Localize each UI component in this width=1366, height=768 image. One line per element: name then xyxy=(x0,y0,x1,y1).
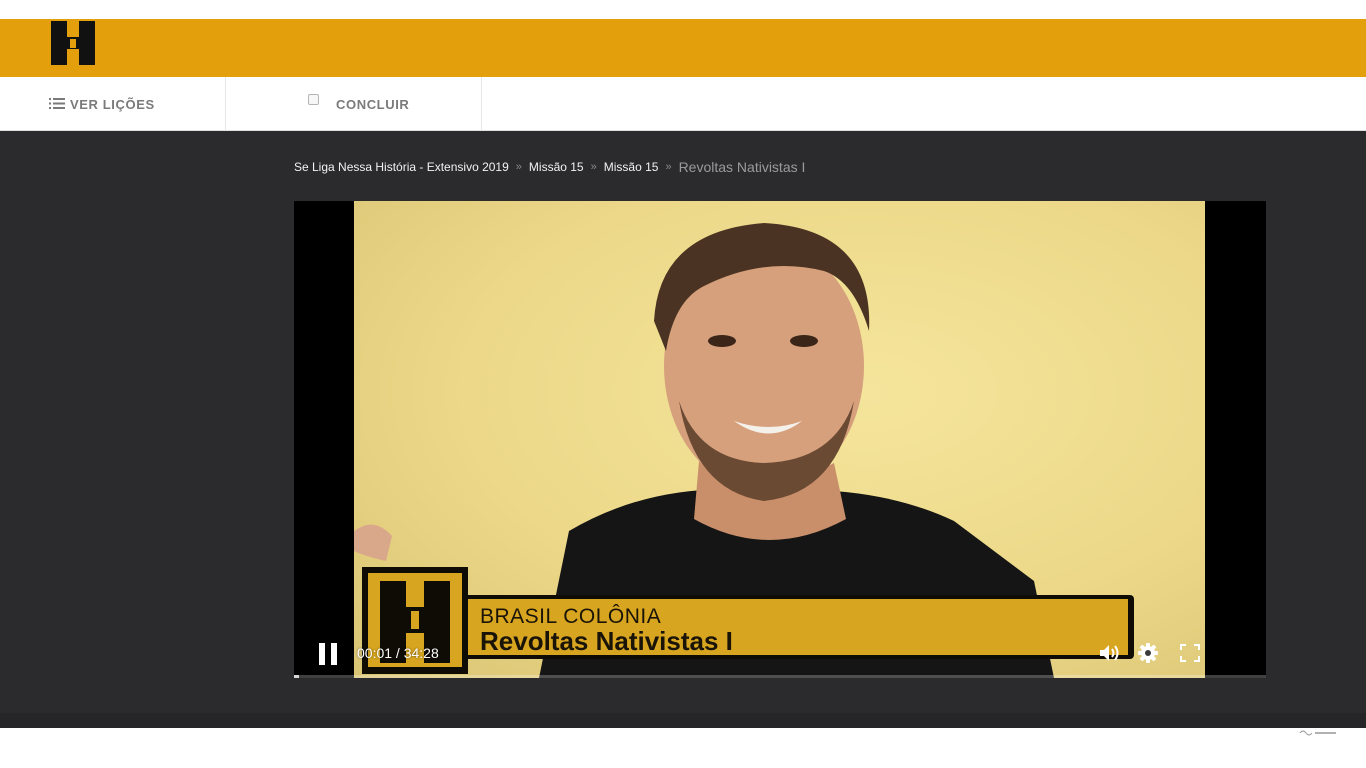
breadcrumb-separator-icon: » xyxy=(665,161,672,173)
gear-icon[interactable] xyxy=(1137,642,1159,664)
content-bottom-strip xyxy=(0,713,1366,728)
time-separator: / xyxy=(392,645,404,661)
complete-lesson-button[interactable]: CONCLUIR xyxy=(226,77,482,131)
breadcrumb: Se Liga Nessa História - Extensivo 2019 … xyxy=(294,159,805,175)
volume-icon[interactable] xyxy=(1098,643,1120,663)
list-icon xyxy=(49,97,65,109)
checkbox-icon[interactable] xyxy=(308,94,319,105)
breadcrumb-mission[interactable]: Missão 15 xyxy=(529,160,584,174)
player-controls: 00:01 / 34:28 xyxy=(294,635,1266,678)
progress-bar-fill xyxy=(294,675,299,678)
footer-watermark-icon xyxy=(1299,730,1336,736)
logo-h-icon[interactable] xyxy=(49,19,97,67)
view-lessons-label: VER LIÇÕES xyxy=(70,96,155,112)
lower-third-subject: BRASIL COLÔNIA xyxy=(480,605,661,628)
progress-bar[interactable] xyxy=(294,675,1266,678)
current-time: 00:01 xyxy=(357,645,393,661)
lesson-nav: VER LIÇÕES CONCLUIR xyxy=(0,77,1366,131)
site-header xyxy=(0,19,1366,77)
pause-icon[interactable] xyxy=(316,641,340,667)
breadcrumb-separator-icon: » xyxy=(590,161,597,173)
fullscreen-icon[interactable] xyxy=(1179,643,1201,663)
time-display: 00:01 / 34:28 xyxy=(357,645,439,661)
video-player[interactable]: BRASIL COLÔNIA Revoltas Nativistas I 00:… xyxy=(294,201,1266,678)
breadcrumb-course[interactable]: Se Liga Nessa História - Extensivo 2019 xyxy=(294,160,509,174)
duration: 34:28 xyxy=(403,645,439,661)
breadcrumb-current: Revoltas Nativistas I xyxy=(678,159,806,175)
breadcrumb-separator-icon: » xyxy=(515,161,522,173)
video-frame[interactable]: BRASIL COLÔNIA Revoltas Nativistas I xyxy=(354,201,1205,678)
view-lessons-button[interactable]: VER LIÇÕES xyxy=(0,77,226,131)
top-bar xyxy=(0,0,1366,19)
complete-lesson-label: CONCLUIR xyxy=(336,96,410,112)
breadcrumb-mission-sub[interactable]: Missão 15 xyxy=(604,160,659,174)
page-footer xyxy=(0,728,1366,768)
